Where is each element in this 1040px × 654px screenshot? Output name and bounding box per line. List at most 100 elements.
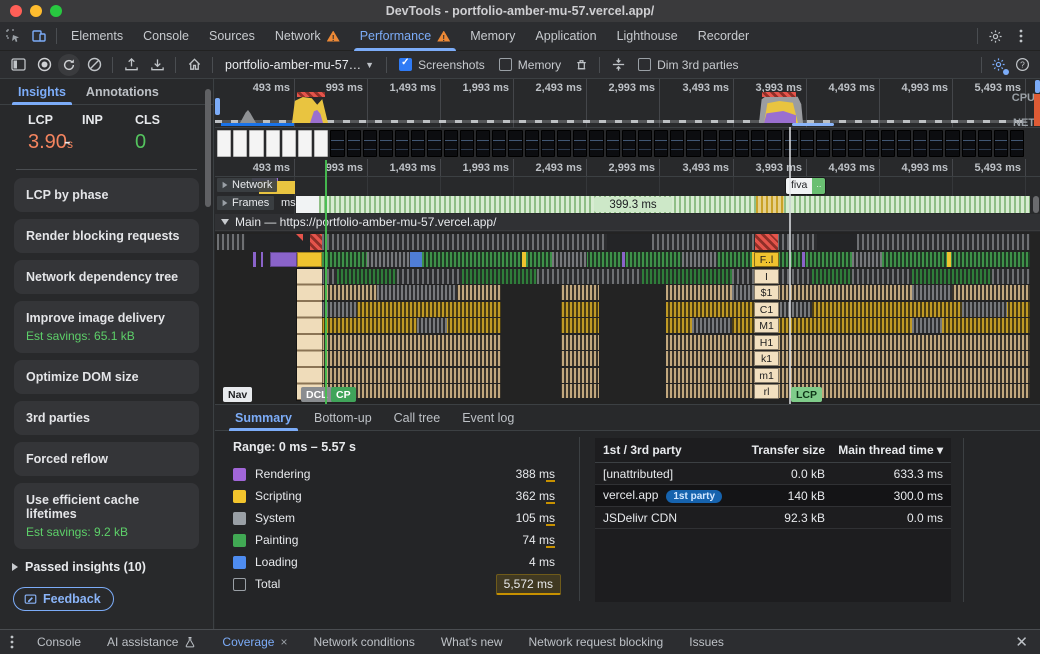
screenshot-thumbnail[interactable] [800, 130, 814, 157]
screenshot-thumbnail[interactable] [897, 130, 911, 157]
screenshot-thumbnail[interactable] [962, 130, 976, 157]
insight-card[interactable]: Render blocking requests [14, 219, 199, 253]
screenshot-thumbnail[interactable] [784, 130, 798, 157]
details-tab-event-log[interactable]: Event log [452, 405, 524, 431]
screenshot-thumbnail[interactable] [686, 130, 700, 157]
drawer-tab-issues[interactable]: Issues [676, 630, 737, 654]
screenshot-thumbnail[interactable] [314, 130, 328, 157]
drawer-tab-ai-assistance[interactable]: AI assistance [94, 630, 209, 654]
timeline-overview[interactable]: 493 ms993 ms1,493 ms1,993 ms2,493 ms2,99… [215, 79, 1040, 128]
screenshot-thumbnail[interactable] [751, 130, 765, 157]
tab-application[interactable]: Application [525, 22, 606, 51]
screenshot-thumbnail[interactable] [427, 130, 441, 157]
screenshot-thumbnail[interactable] [444, 130, 458, 157]
col-transfer-size[interactable]: Transfer size [730, 443, 825, 457]
screenshot-thumbnail[interactable] [767, 130, 781, 157]
screenshot-thumbnail[interactable] [347, 130, 361, 157]
screenshot-thumbnail[interactable] [395, 130, 409, 157]
profile-select[interactable]: portfolio-amber-mu-57… ▼ [219, 58, 380, 72]
screenshot-thumbnail[interactable] [816, 130, 830, 157]
flame-label-H1[interactable]: H1 [754, 335, 779, 350]
network-request-badge[interactable]: fiva .. [786, 178, 825, 194]
screenshot-thumbnail[interactable] [249, 130, 263, 157]
screenshot-thumbnail[interactable] [233, 130, 247, 157]
screenshot-thumbnail[interactable] [913, 130, 927, 157]
close-tab-icon[interactable]: × [280, 635, 287, 649]
table-row[interactable]: [unattributed]0.0 kB633.3 ms [595, 463, 951, 485]
drawer-tab-network-conditions[interactable]: Network conditions [300, 630, 427, 654]
settings-gear-icon[interactable] [982, 25, 1008, 47]
flame-label-m1[interactable]: m1 [754, 368, 779, 383]
screenshot-thumbnail[interactable] [654, 130, 668, 157]
device-toolbar-icon[interactable] [26, 25, 52, 47]
screenshot-thumbnail[interactable] [945, 130, 959, 157]
overview-right-handle[interactable] [1035, 80, 1040, 93]
overview-left-handle[interactable] [215, 98, 220, 115]
collect-garbage-icon[interactable] [569, 54, 593, 76]
toggle-sidebar-icon[interactable] [6, 54, 30, 76]
screenshot-thumbnail[interactable] [541, 130, 555, 157]
drawer-tab-network-request-blocking[interactable]: Network request blocking [516, 630, 677, 654]
details-tab-bottom-up[interactable]: Bottom-up [304, 405, 382, 431]
insight-card[interactable]: Use efficient cache lifetimesEst savings… [14, 483, 199, 549]
home-icon[interactable] [182, 54, 206, 76]
insight-card[interactable]: 3rd parties [14, 401, 199, 435]
close-drawer-icon[interactable]: ✕ [1015, 633, 1028, 651]
passed-insights-toggle[interactable]: Passed insights (10) [12, 560, 213, 574]
table-row[interactable]: JSDelivr CDN92.3 kB0.0 ms [595, 507, 951, 529]
tab-memory[interactable]: Memory [460, 22, 525, 51]
flame-label-Fl[interactable]: F..l [754, 252, 779, 267]
flame-label-M1[interactable]: M1 [754, 318, 779, 333]
screenshot-thumbnail[interactable] [363, 130, 377, 157]
flame-label-k1[interactable]: k1 [754, 351, 779, 366]
marker-fcp[interactable]: CP [331, 387, 356, 402]
network-track[interactable]: Network fiva .. [215, 178, 1040, 195]
tab-performance[interactable]: Performance [350, 22, 461, 51]
tab-network[interactable]: Network [265, 22, 350, 51]
screenshot-thumbnail[interactable] [508, 130, 522, 157]
upload-profile-icon[interactable] [119, 54, 143, 76]
flame-label-rl[interactable]: rl [754, 384, 779, 399]
clear-button[interactable] [82, 54, 106, 76]
drawer-tab-console[interactable]: Console [24, 630, 94, 654]
details-tab-call-tree[interactable]: Call tree [384, 405, 451, 431]
tab-console[interactable]: Console [133, 22, 199, 51]
col-main-thread-time[interactable]: Main thread time ▾ [825, 443, 943, 457]
frames-track-chip[interactable]: Frames [217, 196, 274, 210]
scripting-block[interactable] [297, 252, 322, 267]
screenshot-thumbnail[interactable] [589, 130, 603, 157]
frame-duration-badge[interactable]: 399.3 ms [594, 197, 672, 212]
tab-lighthouse[interactable]: Lighthouse [607, 22, 688, 51]
insight-card[interactable]: LCP by phase [14, 178, 199, 212]
insight-card[interactable]: Forced reflow [14, 442, 199, 476]
screenshot-thumbnail[interactable] [881, 130, 895, 157]
screenshot-thumbnail[interactable] [217, 130, 231, 157]
screenshot-thumbnail[interactable] [929, 130, 943, 157]
screenshot-thumbnail[interactable] [670, 130, 684, 157]
frames-track[interactable]: Frames ms 399.3 ms [215, 196, 1040, 213]
drawer-tab-what's-new[interactable]: What's new [428, 630, 516, 654]
screenshot-thumbnail[interactable] [330, 130, 344, 157]
screenshot-thumbnail[interactable] [525, 130, 539, 157]
tab-recorder[interactable]: Recorder [688, 22, 759, 51]
party-table-header[interactable]: 1st / 3rd party Transfer size Main threa… [595, 438, 951, 463]
col-party[interactable]: 1st / 3rd party [603, 443, 730, 457]
dim-3rd-parties-checkbox[interactable]: Dim 3rd parties [632, 58, 744, 72]
screenshot-thumbnail[interactable] [978, 130, 992, 157]
screenshot-thumbnail[interactable] [865, 130, 879, 157]
record-and-reload-button[interactable] [58, 54, 80, 76]
screenshot-thumbnail[interactable] [994, 130, 1008, 157]
collapse-tracks-icon[interactable] [606, 54, 630, 76]
table-row[interactable]: vercel.app1st party140 kB300.0 ms [595, 485, 951, 507]
screenshot-thumbnail[interactable] [298, 130, 312, 157]
screenshot-thumbnail[interactable] [735, 130, 749, 157]
flame-label-C1[interactable]: C1 [754, 302, 779, 317]
inspect-element-icon[interactable] [0, 25, 26, 47]
screenshot-thumbnail[interactable] [492, 130, 506, 157]
flame-label-1[interactable]: $1 [754, 285, 779, 300]
sidebar-scrollbar[interactable] [205, 89, 211, 207]
screenshot-thumbnail[interactable] [379, 130, 393, 157]
help-icon[interactable]: ? [1010, 54, 1034, 76]
marker-dcl[interactable]: DCL [301, 387, 333, 402]
network-track-chip[interactable]: Network [217, 178, 277, 192]
